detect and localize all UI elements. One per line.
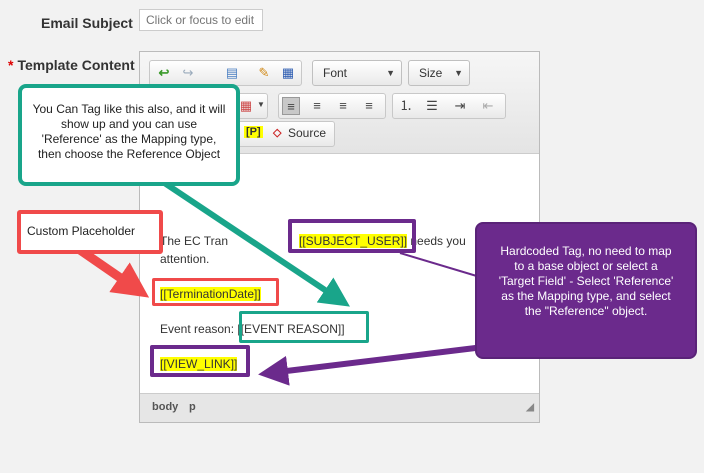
teal-arrow — [158, 177, 350, 307]
tag-note-callout: You Can Tag like this also, and it will … — [18, 84, 240, 186]
custom-placeholder-callout: Custom Placeholder — [17, 210, 163, 254]
purple-arrow — [258, 342, 501, 386]
red-arrow — [77, 246, 150, 298]
hardcoded-note-callout: Hardcoded Tag, no need to map to a base … — [475, 222, 697, 359]
